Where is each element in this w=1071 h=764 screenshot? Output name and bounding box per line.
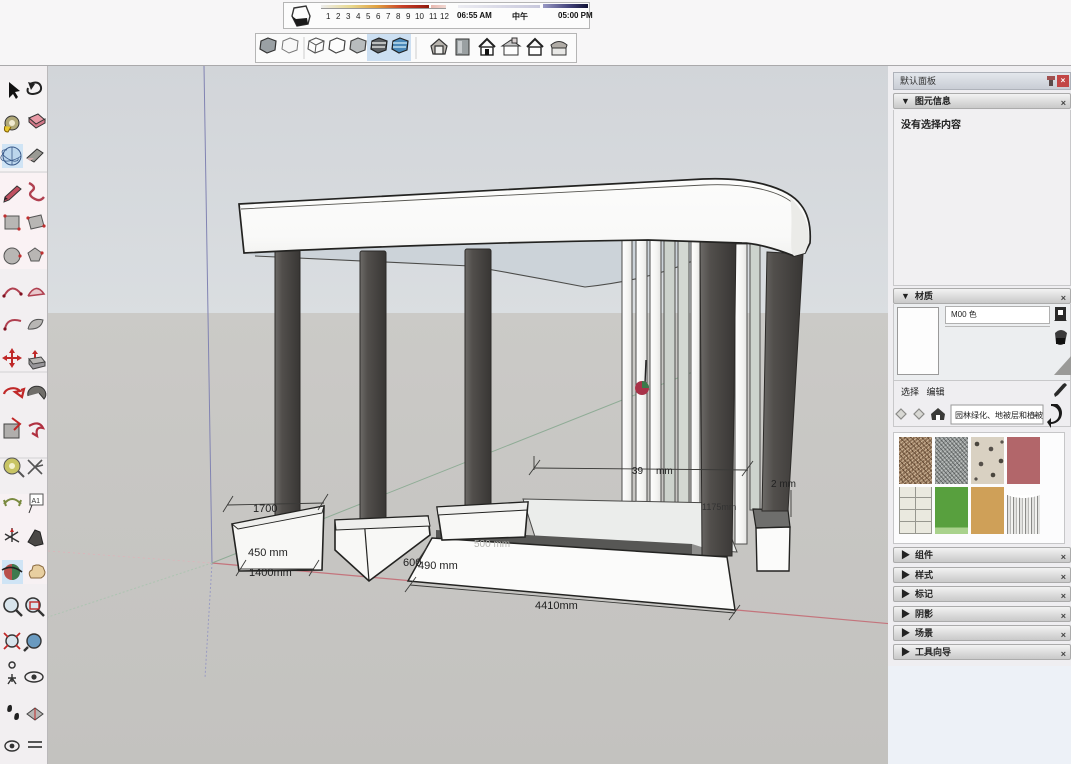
svg-text:450 mm: 450 mm <box>248 547 288 559</box>
svg-text:1700: 1700 <box>253 503 277 515</box>
svg-text:490 mm: 490 mm <box>418 560 458 572</box>
svg-text:园林绿化、地被层和植被: 园林绿化、地被层和植被 <box>955 410 1043 420</box>
svg-text:4410mm: 4410mm <box>535 600 578 612</box>
svg-text:2 mm: 2 mm <box>771 479 796 490</box>
svg-text:39: 39 <box>632 466 644 477</box>
svg-text:500 mm: 500 mm <box>474 539 510 550</box>
svg-text:1400mm: 1400mm <box>249 567 292 579</box>
svg-text:∨: ∨ <box>1032 410 1038 419</box>
svg-text:A1: A1 <box>32 498 41 505</box>
svg-text:1175mm: 1175mm <box>702 502 736 512</box>
svg-text:mm: mm <box>656 466 673 477</box>
